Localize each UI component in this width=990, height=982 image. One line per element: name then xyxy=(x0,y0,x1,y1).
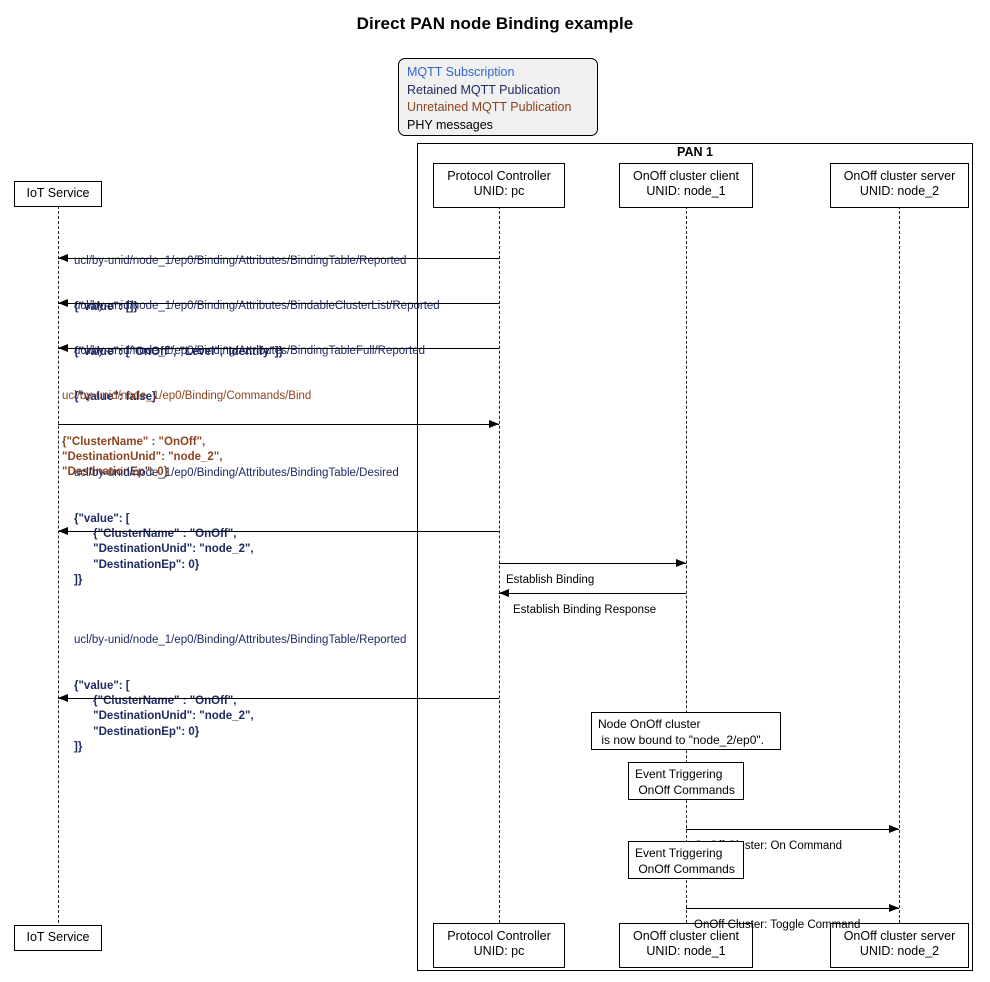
arrowhead-m10 xyxy=(889,903,899,912)
participant-label: OnOff cluster client xyxy=(632,169,740,183)
legend-item-retained: Retained MQTT Publication xyxy=(407,82,561,97)
arrowhead-m9 xyxy=(889,824,899,833)
legend-item-subscription: MQTT Subscription xyxy=(407,65,515,79)
message-label-m8: ucl/by-unid/node_1/ep0/Binding/Attribute… xyxy=(74,603,406,785)
message-topic: ucl/by-unid/node_1/ep0/Binding/Attribute… xyxy=(74,255,407,268)
message-label-m10: OnOff Cluster: Toggle Command xyxy=(694,888,860,964)
arrowhead-m5 xyxy=(58,526,68,535)
message-arrow-m6 xyxy=(499,563,686,564)
message-type-legend: MQTT Subscription Retained MQTT Publicat… xyxy=(398,58,598,136)
participant-sublabel: UNID: pc xyxy=(473,944,525,958)
participant-onoff-cluster-client-top[interactable]: OnOff cluster client UNID: node_1 xyxy=(619,163,753,208)
arrowhead-m4 xyxy=(489,419,499,428)
note-node-bound: Node OnOff cluster is now bound to "node… xyxy=(591,712,781,750)
legend-item-unretained: Unretained MQTT Publication xyxy=(407,100,572,114)
note-event-triggering-1: Event Triggering OnOff Commands xyxy=(628,762,744,800)
sequence-diagram-canvas: Direct PAN node Binding example MQTT Sub… xyxy=(0,0,990,982)
participant-label: IoT Service xyxy=(26,186,90,200)
message-topic: OnOff Cluster: Toggle Command xyxy=(694,919,861,932)
participant-label: Protocol Controller xyxy=(447,169,551,183)
participant-label: Protocol Controller xyxy=(447,929,551,943)
message-payload: {"value": [ {"ClusterName" : "OnOff", "D… xyxy=(74,680,254,753)
pan-frame-label: PAN 1 xyxy=(677,145,713,159)
participant-sublabel: UNID: node_1 xyxy=(646,184,726,198)
message-arrow-m8 xyxy=(58,698,499,699)
message-topic: Establish Binding Response xyxy=(513,604,657,617)
message-topic: ucl/by-unid/node_1/ep0/Binding/Attribute… xyxy=(74,345,425,358)
arrowhead-m8 xyxy=(58,693,68,702)
message-arrow-m9 xyxy=(686,829,899,830)
message-topic: ucl/by-unid/node_1/ep0/Binding/Commands/… xyxy=(62,390,312,403)
message-arrow-m10 xyxy=(686,908,899,909)
message-arrow-m1 xyxy=(58,258,499,259)
participant-onoff-cluster-server-top[interactable]: OnOff cluster server UNID: node_2 xyxy=(830,163,969,208)
lifeline-onoff-cluster-client xyxy=(686,206,687,928)
participant-label: IoT Service xyxy=(26,930,90,944)
participant-protocol-controller-bottom[interactable]: Protocol Controller UNID: pc xyxy=(433,923,565,968)
message-topic: ucl/by-unid/node_1/ep0/Binding/Attribute… xyxy=(74,634,407,647)
participant-label: OnOff cluster server xyxy=(843,169,956,183)
lifeline-onoff-cluster-server xyxy=(899,206,900,928)
arrowhead-m7 xyxy=(499,588,509,597)
arrowhead-m6 xyxy=(676,558,686,567)
page-title: Direct PAN node Binding example xyxy=(356,14,634,33)
arrowhead-m3 xyxy=(58,343,68,352)
participant-protocol-controller-top[interactable]: Protocol Controller UNID: pc xyxy=(433,163,565,208)
message-payload: {"value": [ {"ClusterName" : "OnOff", "D… xyxy=(74,513,254,586)
message-label-m7: Establish Binding Response xyxy=(513,573,656,649)
message-arrow-m7 xyxy=(499,593,686,594)
message-arrow-m2 xyxy=(58,303,499,304)
lifeline-protocol-controller xyxy=(499,206,500,928)
message-arrow-m4 xyxy=(58,424,499,425)
message-label-m5: ucl/by-unid/node_1/ep0/Binding/Attribute… xyxy=(74,436,399,618)
lifeline-iot-service xyxy=(58,206,59,928)
message-topic: ucl/by-unid/node_1/ep0/Binding/Attribute… xyxy=(74,300,440,313)
note-event-triggering-2: Event Triggering OnOff Commands xyxy=(628,841,744,879)
arrowhead-m2 xyxy=(58,298,68,307)
arrowhead-m1 xyxy=(58,253,68,262)
participant-iot-service-bottom[interactable]: IoT Service xyxy=(14,925,102,951)
message-topic: ucl/by-unid/node_1/ep0/Binding/Attribute… xyxy=(74,467,399,480)
message-arrow-m5 xyxy=(58,531,499,532)
participant-sublabel: UNID: node_2 xyxy=(859,184,940,198)
message-arrow-m3 xyxy=(58,348,499,349)
legend-item-phy: PHY messages xyxy=(407,117,493,132)
participant-iot-service-top[interactable]: IoT Service xyxy=(14,181,102,207)
participant-sublabel: UNID: pc xyxy=(473,184,525,198)
